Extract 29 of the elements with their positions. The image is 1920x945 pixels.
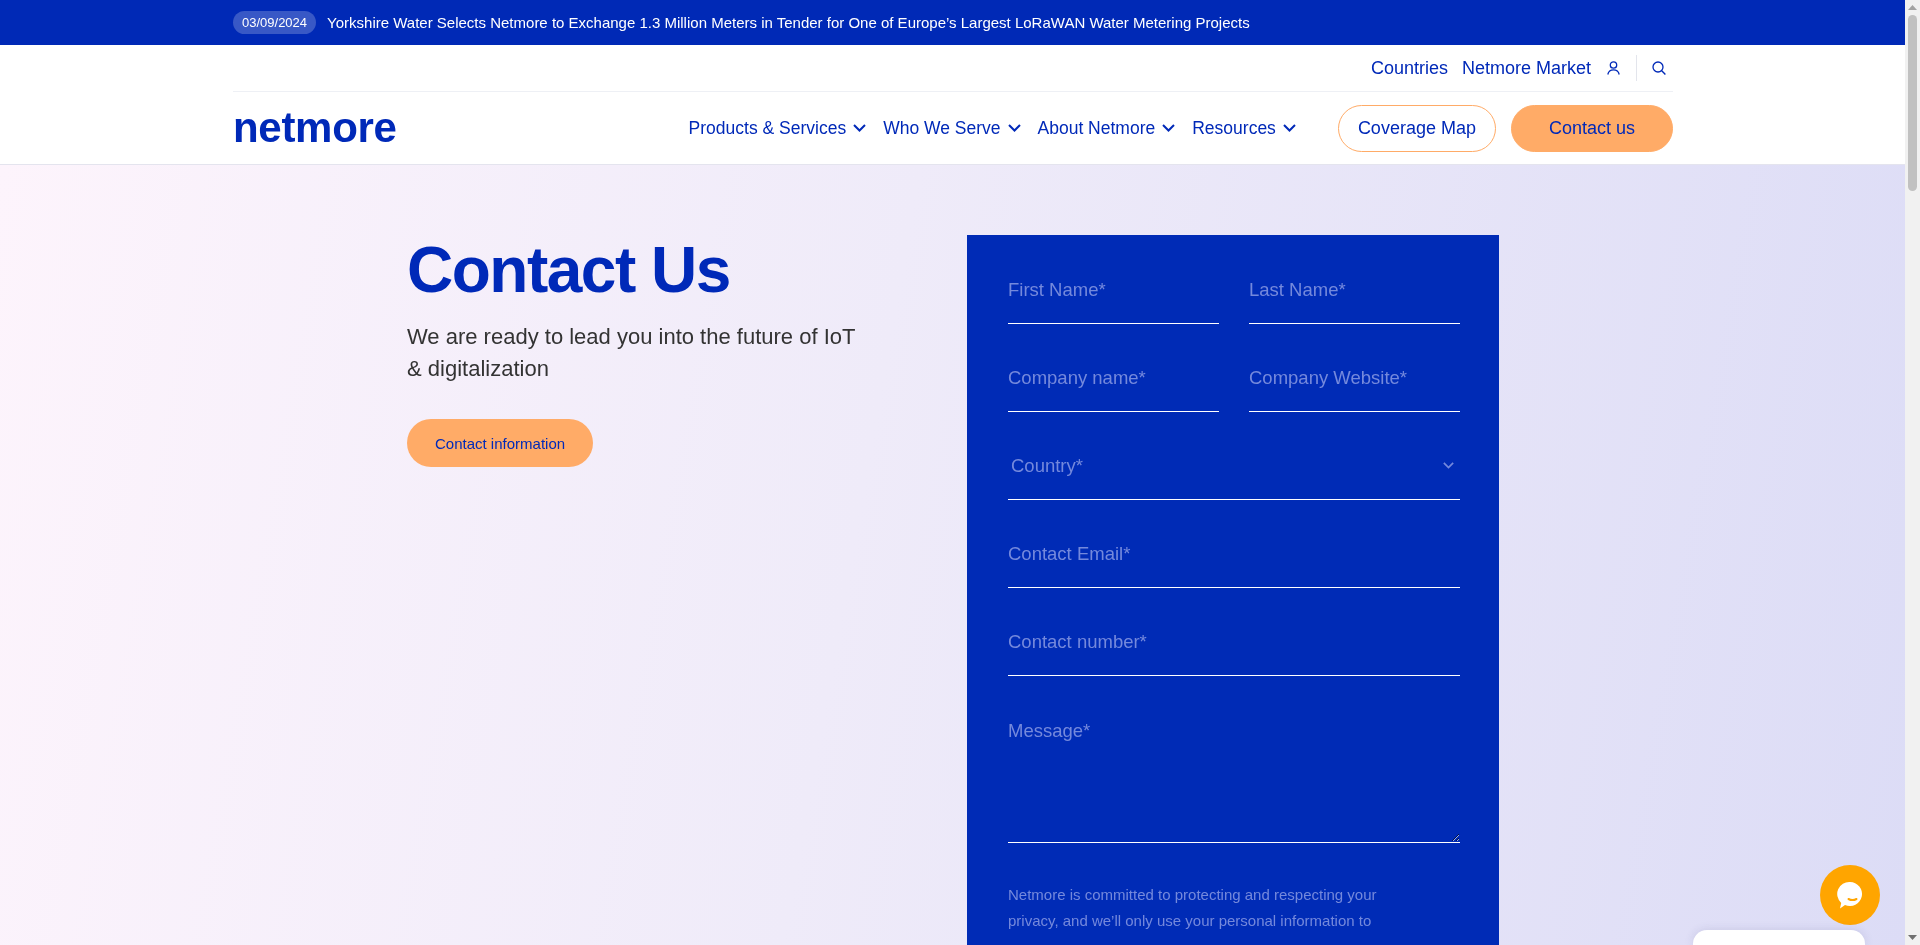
nav-menu-item[interactable]: Products & Services xyxy=(688,117,867,139)
text-field[interactable]: Company name* xyxy=(1008,358,1219,412)
text-field[interactable]: Contact number* xyxy=(1008,622,1460,676)
message-field[interactable]: Message* xyxy=(1008,710,1460,843)
text-field[interactable]: Company Website* xyxy=(1249,358,1460,412)
chevron-down-icon xyxy=(1443,462,1454,469)
nav-menu-item[interactable]: Who We Serve xyxy=(883,117,1021,139)
news-headline[interactable]: Yorkshire Water Selects Netmore to Exchange 1.3 Million Meters in Tender for One of Europe’s Largest LoRaWAN Water Metering Projects xyxy=(327,14,1250,31)
text-field[interactable]: Last Name* xyxy=(1249,270,1460,324)
contact-us-button[interactable]: Contact us xyxy=(1510,104,1673,152)
contact-info-button[interactable]: Contact information xyxy=(407,419,594,467)
utility-link[interactable]: Countries xyxy=(1370,57,1448,79)
scrollbar-thumb[interactable] xyxy=(1908,15,1917,191)
chat-bubble-icon xyxy=(1836,881,1864,909)
text-field[interactable]: Contact Email* xyxy=(1008,534,1460,588)
utility-link[interactable]: Netmore Market xyxy=(1461,57,1591,79)
site-logo[interactable]: netmore xyxy=(233,107,397,149)
scroll-up-icon[interactable] xyxy=(1908,5,1917,10)
text-field[interactable]: First Name* xyxy=(1008,270,1219,324)
nav-menu-item[interactable]: About Netmore xyxy=(1037,117,1176,139)
page-title: Contact Us xyxy=(407,235,730,305)
scroll-down-icon[interactable] xyxy=(1908,935,1917,940)
page-subtitle: We are ready to lead you into the future of IoT & digitalization xyxy=(407,323,856,383)
search-icon[interactable] xyxy=(1652,61,1666,75)
nav-menu-item[interactable]: Resources xyxy=(1192,117,1296,139)
user-icon[interactable] xyxy=(1607,61,1620,75)
date-badge: 03/09/2024 xyxy=(233,11,317,34)
privacy-notice: Netmore is committed to protecting and respecting your privacy, and we’ll only use your personal information to xyxy=(1008,885,1378,931)
coverage-map-button[interactable]: Coverage Map xyxy=(1337,104,1496,152)
